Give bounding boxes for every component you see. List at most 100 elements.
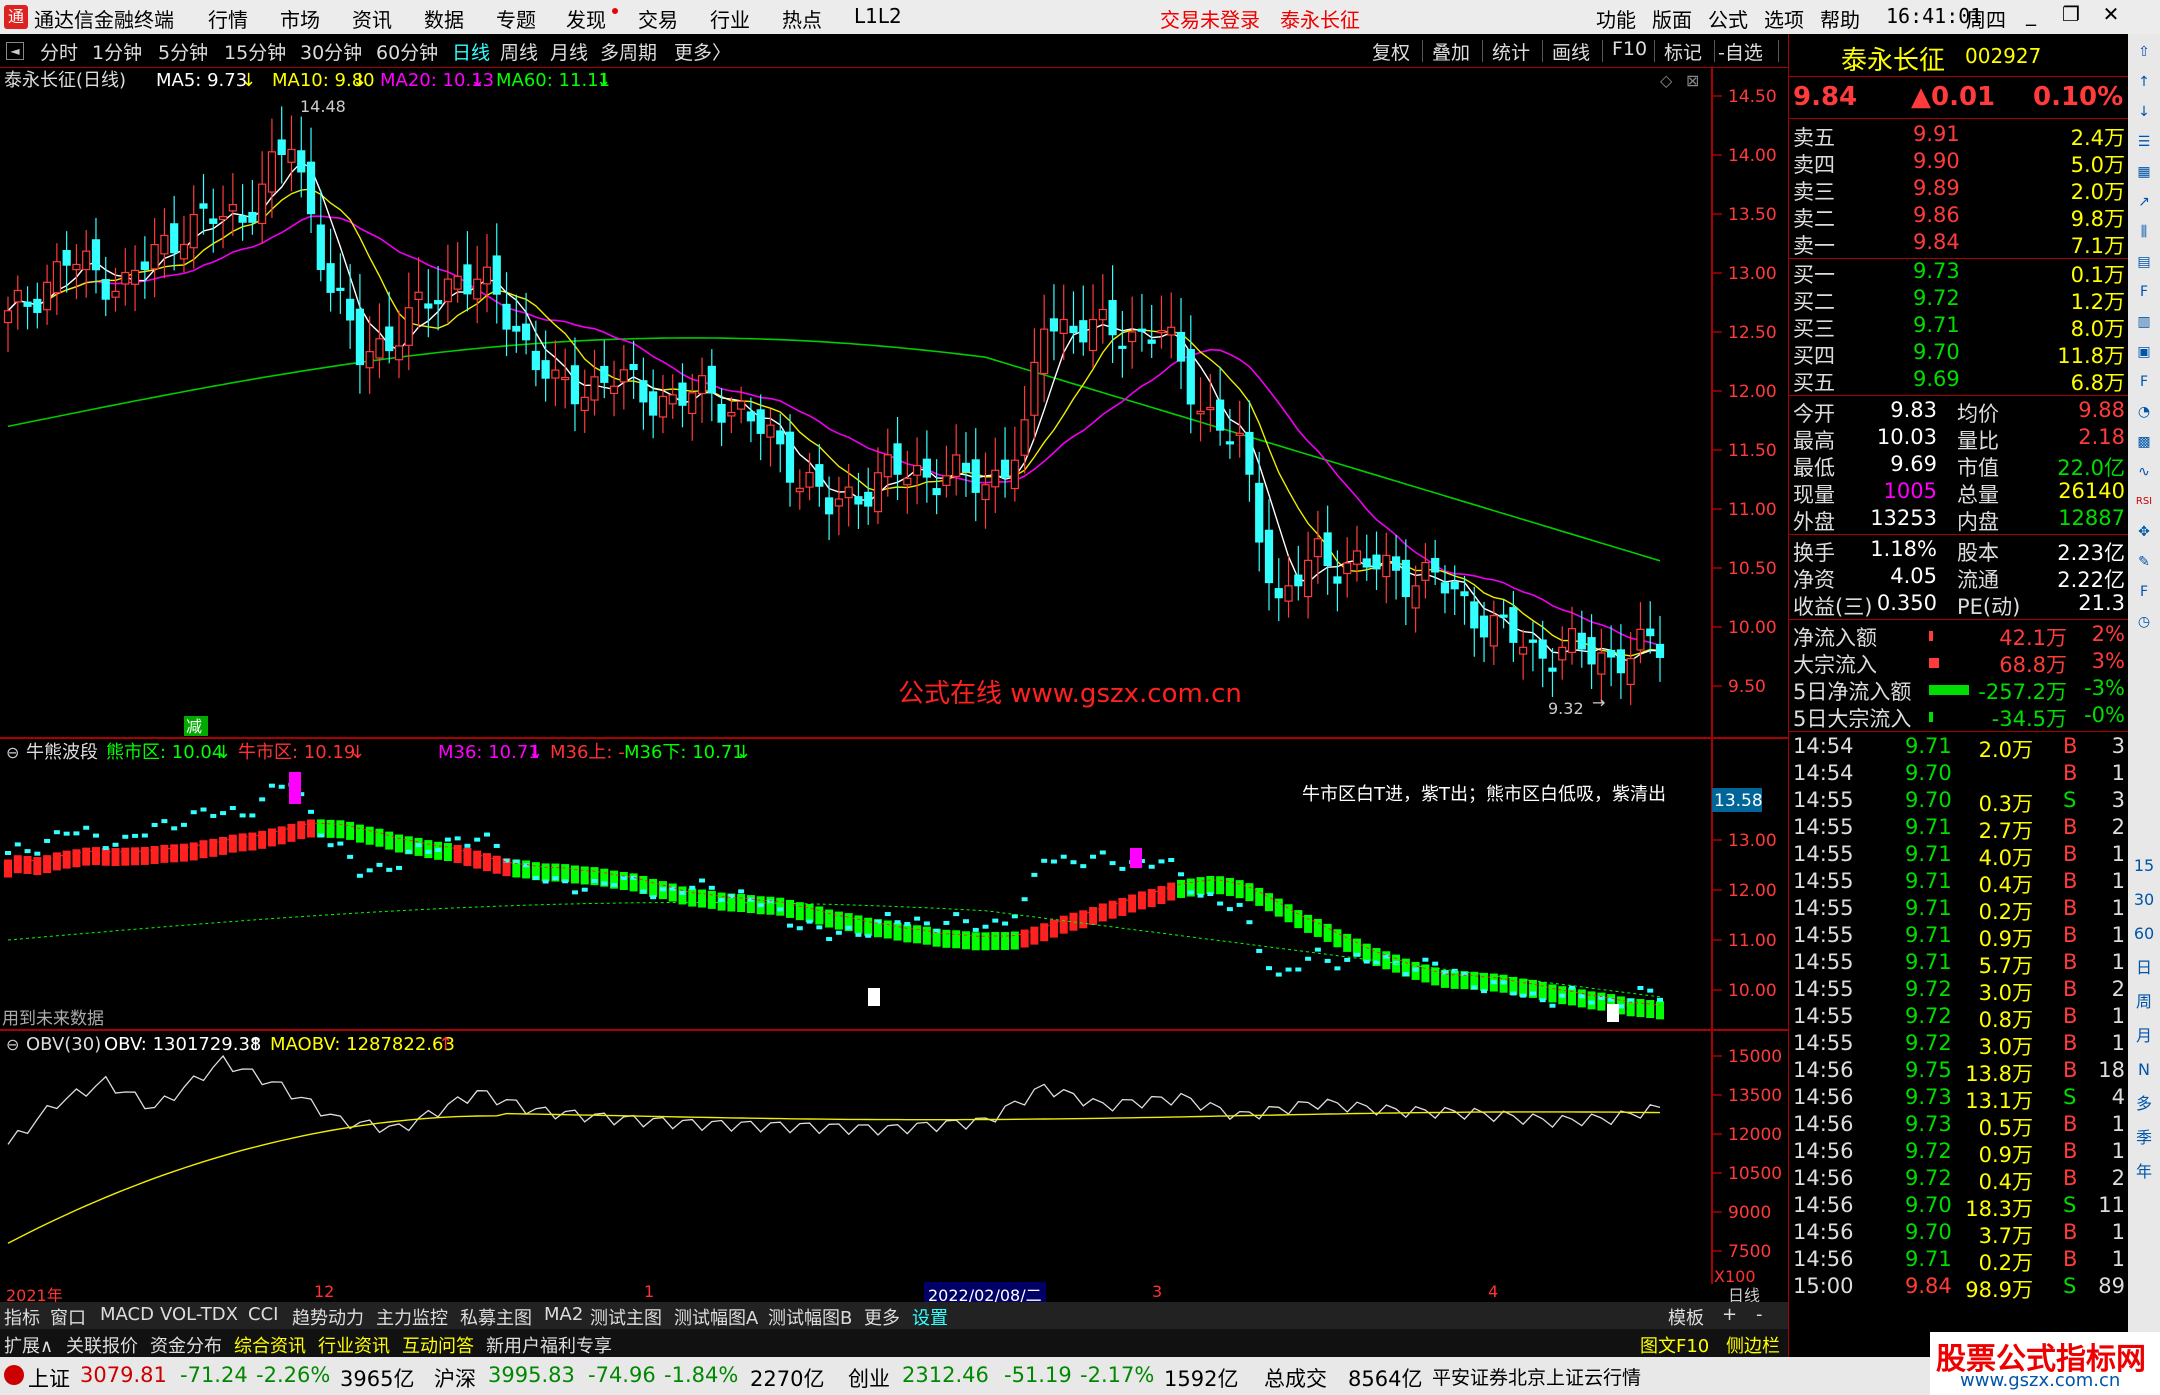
tab-zhibiao[interactable]: 指标 (4, 1304, 40, 1330)
menu-faxian[interactable]: 发现 (566, 4, 606, 33)
period-multi[interactable]: 多周期 (600, 38, 657, 65)
sb-clock-icon[interactable]: ◷ (2132, 610, 2156, 634)
tab-ma2[interactable]: MA2 (544, 1304, 583, 1325)
idx-cy-name[interactable]: 创业 (848, 1363, 890, 1393)
menu-hangqing[interactable]: 行情 (208, 4, 248, 33)
sb-period-4[interactable]: 周 (2132, 990, 2156, 1014)
tool-zixuan[interactable]: -自选 (1718, 38, 1763, 65)
sb-period-5[interactable]: 月 (2132, 1024, 2156, 1048)
sb-period-9[interactable]: 年 (2132, 1160, 2156, 1184)
sb-fin-icon[interactable]: F (2132, 280, 2156, 304)
sb-pen-icon[interactable]: ✎ (2132, 550, 2156, 574)
tab-simu[interactable]: 私募主图 (460, 1304, 532, 1330)
sb-wave-icon[interactable]: ∿ (2132, 460, 2156, 484)
tab-ceshi-zhutu[interactable]: 测试主图 (590, 1304, 662, 1330)
sb-period-7[interactable]: 多 (2132, 1092, 2156, 1116)
period-5min[interactable]: 5分钟 (158, 38, 208, 65)
tab-newuser[interactable]: 新用户福利专享 (486, 1332, 612, 1358)
menu-l1l2[interactable]: L1L2 (854, 4, 902, 28)
close-icon[interactable]: ✕ (2096, 2, 2126, 32)
tab-hudong[interactable]: 互动问答 (402, 1332, 474, 1358)
tab-guanlian[interactable]: 关联报价 (66, 1332, 138, 1358)
menu-hangye[interactable]: 行业 (710, 4, 750, 33)
sb-period-0[interactable]: 15 (2132, 854, 2156, 878)
trade-login-status[interactable]: 交易未登录 (1160, 4, 1260, 33)
period-fenshi[interactable]: 分时 (40, 38, 78, 65)
menu-redian[interactable]: 热点 (782, 4, 822, 33)
tab-vol-tdx[interactable]: VOL-TDX (160, 1304, 238, 1325)
tab-zhuli[interactable]: 主力监控 (376, 1304, 448, 1330)
tool-huaxian[interactable]: 画线 (1552, 38, 1590, 65)
idx-hs-name[interactable]: 沪深 (434, 1363, 476, 1393)
sb-down-icon[interactable]: ↓ (2132, 100, 2156, 124)
sb-period-8[interactable]: 季 (2132, 1126, 2156, 1150)
sb-period-3[interactable]: 日 (2132, 956, 2156, 980)
menu-bangzhu[interactable]: 帮助 (1820, 4, 1860, 33)
tab-chuangkou[interactable]: 窗口 (50, 1304, 86, 1330)
tab-remove[interactable]: - (1756, 1304, 1763, 1325)
sb-period-6[interactable]: N (2132, 1058, 2156, 1082)
sb-rsi-icon[interactable]: RSI (2132, 490, 2156, 514)
period-15min[interactable]: 15分钟 (224, 38, 286, 65)
tab-cci[interactable]: CCI (248, 1304, 278, 1325)
tab-add[interactable]: + (1722, 1304, 1737, 1325)
tab-ceshi-a[interactable]: 测试幅图A (674, 1304, 758, 1330)
tab-zijin[interactable]: 资金分布 (150, 1332, 222, 1358)
idx-sh-name[interactable]: 上证 (28, 1363, 70, 1393)
tab-qushi[interactable]: 趋势动力 (292, 1304, 364, 1330)
tab-template[interactable]: 模板 (1668, 1304, 1704, 1330)
period-monthly[interactable]: 月线 (550, 38, 588, 65)
tab-tuwen-f10[interactable]: 图文F10 (1640, 1332, 1709, 1358)
tool-diejia[interactable]: 叠加 (1432, 38, 1470, 65)
menu-gongneng[interactable]: 功能 (1596, 4, 1636, 33)
tab-macd[interactable]: MACD (100, 1304, 154, 1325)
menu-zhuanti[interactable]: 专题 (496, 4, 536, 33)
sb-f5-icon[interactable]: F (2132, 370, 2156, 394)
sb-arrow-up-icon[interactable]: ⇧ (2132, 40, 2156, 64)
sb-f5b-icon[interactable]: F (2132, 580, 2156, 604)
period-weekly[interactable]: 周线 (500, 38, 538, 65)
period-more[interactable]: 更多〉 (674, 38, 731, 65)
tab-settings[interactable]: 设置 (912, 1304, 948, 1330)
period-30min[interactable]: 30分钟 (300, 38, 362, 65)
sb-pie-icon[interactable]: ◔ (2132, 400, 2156, 424)
tab-zonghe[interactable]: 综合资讯 (234, 1332, 306, 1358)
restore-icon[interactable]: ❐ (2056, 2, 2086, 32)
tool-biaoji[interactable]: 标记 (1664, 38, 1702, 65)
sb-book-icon[interactable]: ▥ (2132, 310, 2156, 334)
sb-grid-icon[interactable]: ▩ (2132, 430, 2156, 454)
menu-shuju[interactable]: 数据 (424, 4, 464, 33)
sb-chart-icon[interactable]: ▦ (2132, 160, 2156, 184)
period-60min[interactable]: 60分钟 (376, 38, 438, 65)
tab-ceshi-b[interactable]: 测试幅图B (768, 1304, 852, 1330)
collapse-icon[interactable]: ◄ (6, 42, 24, 60)
minimize-icon[interactable]: _ (2016, 2, 2046, 32)
kline-chart[interactable]: 14.50 14.00 13.50 13.00 12.50 12.00 11.50 11.00… (0, 68, 1788, 1288)
menu-banmian[interactable]: 版面 (1652, 4, 1692, 33)
sb-period-2[interactable]: 60 (2132, 922, 2156, 946)
sb-trend-icon[interactable]: ↗ (2132, 190, 2156, 214)
sb-kline-icon[interactable]: ⫼ (2132, 220, 2156, 244)
ask-volume: 2.0万 (2070, 180, 2125, 204)
tool-tongji[interactable]: 统计 (1492, 38, 1530, 65)
period-1min[interactable]: 1分钟 (92, 38, 142, 65)
menu-xuanxiang[interactable]: 选项 (1764, 4, 1804, 33)
tool-f10[interactable]: F10 (1612, 38, 1647, 60)
ind1-candle (826, 937, 833, 942)
sb-list-icon[interactable]: ☰ (2132, 130, 2156, 154)
sb-table-icon[interactable]: ▤ (2132, 250, 2156, 274)
ind1-candle (1050, 859, 1057, 864)
sb-period-1[interactable]: 30 (2132, 888, 2156, 912)
period-daily[interactable]: 日线 (452, 38, 490, 65)
menu-shichang[interactable]: 市场 (280, 4, 320, 33)
tab-hangye-zixun[interactable]: 行业资讯 (318, 1332, 390, 1358)
menu-gongshi[interactable]: 公式 (1708, 4, 1748, 33)
sb-move-icon[interactable]: ✥ (2132, 520, 2156, 544)
tab-more[interactable]: 更多 (864, 1304, 900, 1330)
tool-fuquan[interactable]: 复权 (1372, 38, 1410, 65)
tab-expand[interactable]: 扩展∧ (4, 1332, 53, 1358)
sb-doc-icon[interactable]: ▣ (2132, 340, 2156, 364)
menu-zixun[interactable]: 资讯 (352, 4, 392, 33)
menu-jiaoyi[interactable]: 交易 (638, 4, 678, 33)
sb-up-icon[interactable]: ↑ (2132, 70, 2156, 94)
